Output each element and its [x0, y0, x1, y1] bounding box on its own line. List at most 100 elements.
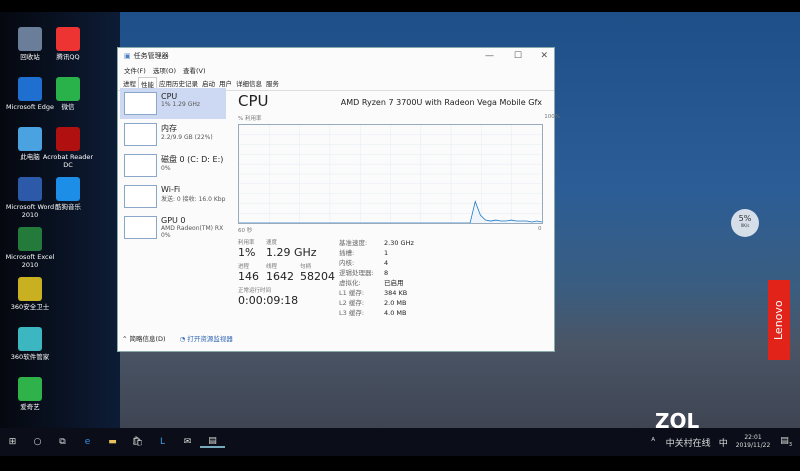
sidebar-item-value: 0%: [161, 165, 171, 172]
usage-max: 100%: [544, 114, 560, 120]
desktop-icon[interactable]: 爱奇艺: [4, 377, 56, 411]
mini-graph: [124, 154, 157, 177]
edge-icon[interactable]: e: [75, 437, 100, 447]
minimize-button[interactable]: —: [485, 51, 494, 61]
app-icon: [18, 327, 42, 351]
stat-value: 1.29 GHz: [266, 246, 317, 259]
stat-label: 句柄: [300, 264, 312, 270]
spec-row: 基准速度: 2.30 GHz: [339, 238, 414, 248]
desktop-icon-label: Microsoft Excel 2010: [5, 253, 55, 269]
stat-value: 146: [238, 270, 259, 283]
taskbar: ⊞ ○ ⧉ e ▬ 🛍 L ✉ ▤ ᴬ 中关村在线 中 22:01 2019/11…: [0, 428, 800, 456]
spec-value: 4.0 MB: [384, 309, 407, 317]
stat: 利用率 1%: [238, 238, 255, 259]
stat-label: 进程: [238, 264, 250, 270]
search-icon[interactable]: ○: [25, 437, 50, 447]
spec-row: 插槽: 1: [339, 248, 414, 258]
app-icon: [18, 277, 42, 301]
window-title: 任务管理器: [133, 51, 169, 60]
task-view-icon[interactable]: ⧉: [50, 437, 75, 447]
clock[interactable]: 22:01 2019/11/22: [736, 434, 771, 450]
app-icon: [56, 127, 80, 151]
desktop-icon-label: 腾讯QQ: [56, 53, 80, 61]
open-resource-monitor-link[interactable]: ◔ 打开资源监视器: [180, 333, 233, 343]
spec-label: L1 缓存:: [339, 289, 365, 297]
menu-item[interactable]: 查看(V): [183, 65, 206, 75]
sidebar-item[interactable]: 磁盘 0 (C: D: E:) 0%: [120, 150, 226, 181]
desktop-icon-label: 360安全卫士: [10, 303, 50, 311]
desktop-icon-label: Acrobat Reader DC: [42, 153, 94, 169]
spec-value: 384 KB: [384, 289, 408, 297]
stat: 线程 1642: [266, 262, 294, 283]
stat-label: 利用率: [238, 240, 255, 246]
stat-label: 正常运行时间: [238, 288, 272, 294]
start-icon[interactable]: ⊞: [0, 437, 25, 447]
mail-icon[interactable]: ✉: [175, 437, 200, 447]
spec-label: L3 缓存:: [339, 309, 365, 317]
sidebar-item[interactable]: GPU 0 AMD Radeon(TM) RX 0%: [120, 212, 226, 243]
time-span-label: 60 秒: [238, 228, 253, 234]
sidebar-item[interactable]: Wi-Fi 发送: 0 接收: 16.0 Kbp: [120, 181, 226, 212]
close-button[interactable]: ✕: [540, 51, 548, 61]
sidebar-item-value: 2.2/9.9 GB (22%): [161, 134, 213, 141]
spec-label: 逻辑处理器:: [339, 269, 374, 277]
desktop-icon[interactable]: 酷狗音乐: [42, 177, 94, 211]
task-manager-taskbar-icon[interactable]: ▤: [200, 436, 225, 448]
stat: 速度 1.29 GHz: [266, 238, 317, 259]
sidebar-item[interactable]: 内存 2.2/9.9 GB (22%): [120, 119, 226, 150]
app-icon: [56, 27, 80, 51]
desktop-icon-label: 360软件管家: [10, 353, 50, 361]
date: 2019/11/22: [735, 442, 771, 449]
stat-label: 速度: [266, 240, 278, 246]
desktop-icon[interactable]: Acrobat Reader DC: [42, 127, 94, 169]
cpu-percent: 5%: [738, 214, 752, 223]
app-icon: [56, 77, 80, 101]
sidebar-item-name: CPU: [161, 92, 178, 101]
stat: 句柄 58204: [300, 262, 335, 283]
desktop-icon[interactable]: 腾讯QQ: [42, 27, 94, 61]
sidebar-item[interactable]: CPU 1% 1.29 GHz: [120, 88, 226, 119]
task-manager-window: ▣ 任务管理器 — ☐ ✕ 文件(F) 选项(O) 查看(V) 进程 性能 应用历史记录启…: [117, 47, 560, 352]
lenovo-logo: Lenovo: [768, 280, 790, 360]
spec-value: 2.30 GHz: [384, 239, 414, 247]
sidebar-item-value: 1% 1.29 GHz: [161, 101, 201, 108]
maximize-button[interactable]: ☐: [514, 51, 522, 61]
desktop-icon-label: 微信: [61, 103, 75, 111]
fewer-details-button[interactable]: ⌃ 简略信息(D): [122, 333, 166, 343]
app-icon: [56, 177, 80, 201]
sidebar-item-value: 发送: 0 接收: 16.0 Kbp: [161, 196, 226, 203]
spec-row: L1 缓存: 384 KB: [339, 288, 414, 298]
lenovo-app-icon[interactable]: L: [150, 437, 175, 447]
resource-monitor-label: 打开资源监视器: [187, 335, 233, 343]
spec-value: 4: [384, 259, 389, 267]
desktop-icon[interactable]: 360安全卫士: [4, 277, 56, 311]
app-icon: [18, 127, 42, 151]
tab[interactable]: 服务: [264, 77, 281, 90]
store-icon[interactable]: 🛍: [125, 437, 150, 447]
mini-graph: [124, 216, 157, 239]
people-icon[interactable]: ᴬ: [641, 437, 666, 447]
stat-label: 线程: [266, 264, 278, 270]
tab[interactable]: 详细信息: [234, 77, 264, 90]
cpu-usage-graph: [238, 124, 543, 224]
app-icon: [18, 77, 42, 101]
file-explorer-icon[interactable]: ▬: [100, 437, 125, 447]
sidebar-item-value2: 0%: [161, 232, 171, 239]
spec-label: L2 缓存:: [339, 299, 365, 307]
notification-icon[interactable]: ▤3: [780, 436, 792, 448]
cpu-model: AMD Ryzen 7 3700U with Radeon Vega Mobil…: [340, 98, 542, 107]
menu-item[interactable]: 文件(F): [124, 65, 146, 75]
ime-indicator[interactable]: 中: [719, 436, 728, 449]
stat: 正常运行时间 0:00:09:18: [238, 286, 298, 307]
spec-value: 1: [384, 249, 389, 257]
spec-row: 虚拟化: 已启用: [339, 278, 414, 288]
time: 22:01: [744, 434, 762, 441]
desktop-icon[interactable]: 微信: [42, 77, 94, 111]
net-widget[interactable]: 5% 0K/s: [731, 209, 759, 237]
stat-value: 1642: [266, 270, 294, 283]
desktop-icon[interactable]: 360软件管家: [4, 327, 56, 361]
menu-item[interactable]: 选项(O): [153, 65, 176, 75]
desktop-icon[interactable]: Microsoft Excel 2010: [4, 227, 56, 269]
spec-value: 2.0 MB: [384, 299, 407, 307]
spec-value: 已启用: [384, 279, 404, 287]
